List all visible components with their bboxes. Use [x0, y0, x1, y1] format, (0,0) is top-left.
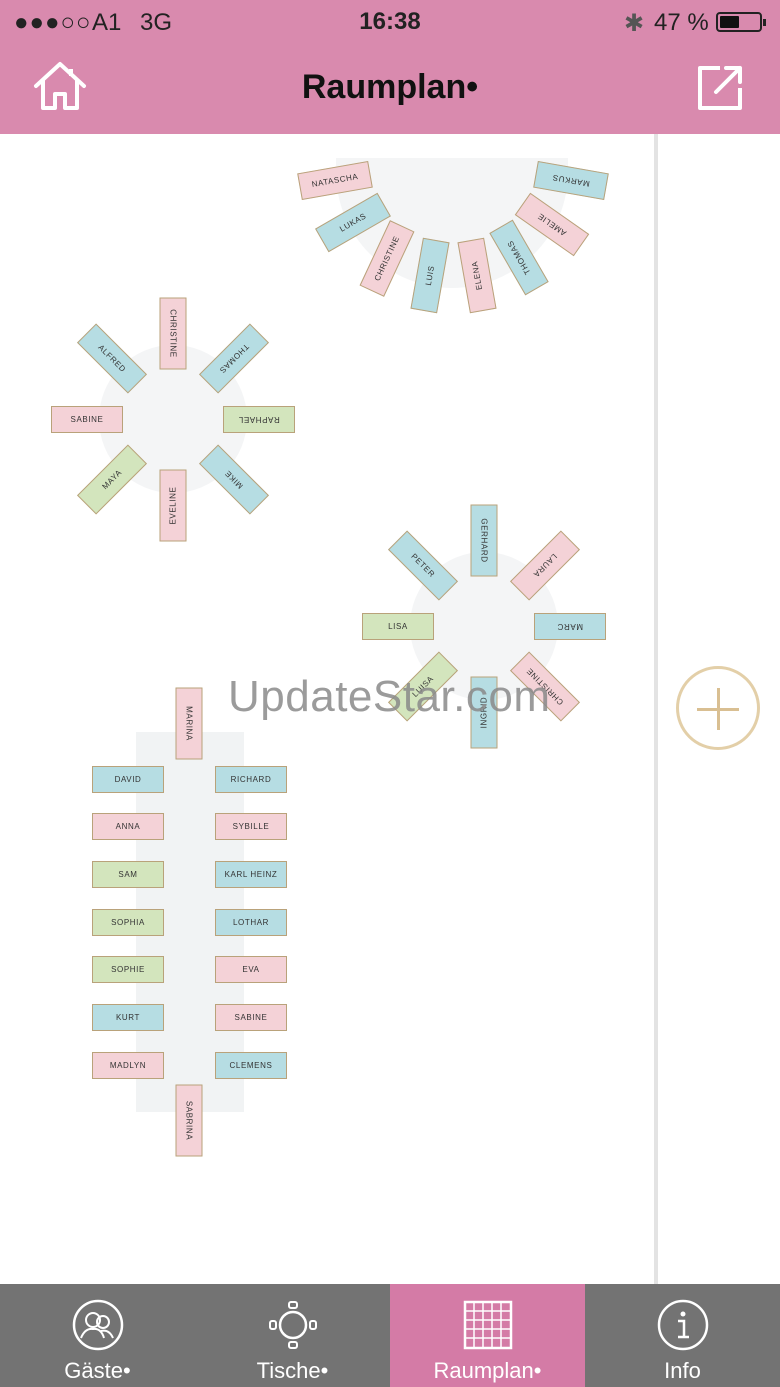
tab-bar: Gäste• Tische• Raumplan• Info [0, 1284, 780, 1387]
add-table-button[interactable] [676, 666, 760, 750]
seat-card[interactable]: Sybille [215, 813, 287, 841]
floorplan-icon [463, 1300, 512, 1350]
bluetooth-icon: ✱ [624, 10, 645, 37]
share-button[interactable] [694, 60, 748, 114]
seat-card[interactable]: Lothar [215, 908, 287, 936]
seat-card[interactable]: Gerhard [470, 504, 498, 576]
seat-card[interactable]: Clemens [215, 1051, 287, 1079]
battery-icon [716, 12, 766, 32]
page-title: Raumplan• [301, 68, 479, 106]
seat-card[interactable]: Marina [175, 687, 203, 759]
seat-card[interactable]: Karl Heinz [215, 860, 287, 888]
battery-fill [720, 16, 739, 28]
navigation-bar: Raumplan• [0, 44, 780, 134]
seat-card[interactable]: Sabrina [175, 1084, 203, 1156]
seat-card[interactable]: Sam [92, 860, 164, 888]
table-icon [268, 1301, 317, 1349]
share-icon [698, 66, 742, 110]
tab-floorplan[interactable]: Raumplan• [390, 1284, 585, 1387]
watermark: UpdateStar.com [228, 672, 551, 721]
tab-floorplan-label: Raumplan• [433, 1358, 542, 1383]
tab-tables-label: Tische• [256, 1358, 329, 1383]
info-icon [657, 1299, 708, 1351]
seat-card[interactable]: Kurt [92, 1004, 164, 1031]
seat-card[interactable]: Sabine [215, 1004, 287, 1031]
seat-card[interactable]: Christine [159, 297, 187, 369]
status-bar: ●●●○○ A1 3G 16:38 ✱ 47 % [0, 0, 780, 44]
tab-info[interactable]: Info [585, 1284, 780, 1387]
seat-card[interactable]: Anna [92, 813, 164, 841]
seat-card[interactable]: Eva [215, 956, 287, 984]
seat-card[interactable]: Sophie [92, 956, 164, 984]
tab-tables[interactable]: Tische• [195, 1284, 390, 1387]
seat-card[interactable]: Eveline [159, 469, 187, 541]
seat-card[interactable]: Madlyn [92, 1051, 164, 1079]
seat-card[interactable]: Sophia [92, 908, 164, 936]
seat-card[interactable]: Sabine [51, 405, 123, 433]
tab-guests[interactable]: Gäste• [0, 1284, 195, 1387]
seat-card[interactable]: Marc [534, 612, 606, 640]
tab-guests-label: Gäste• [64, 1358, 131, 1383]
seat-card[interactable]: Richard [215, 765, 287, 793]
battery-percent: 47 % [654, 9, 709, 36]
tab-info-label: Info [664, 1358, 701, 1383]
guests-icon [72, 1299, 123, 1351]
seat-card[interactable]: Lisa [362, 612, 434, 640]
seat-card[interactable]: David [92, 765, 164, 793]
seat-card[interactable]: Raphael [223, 405, 295, 433]
